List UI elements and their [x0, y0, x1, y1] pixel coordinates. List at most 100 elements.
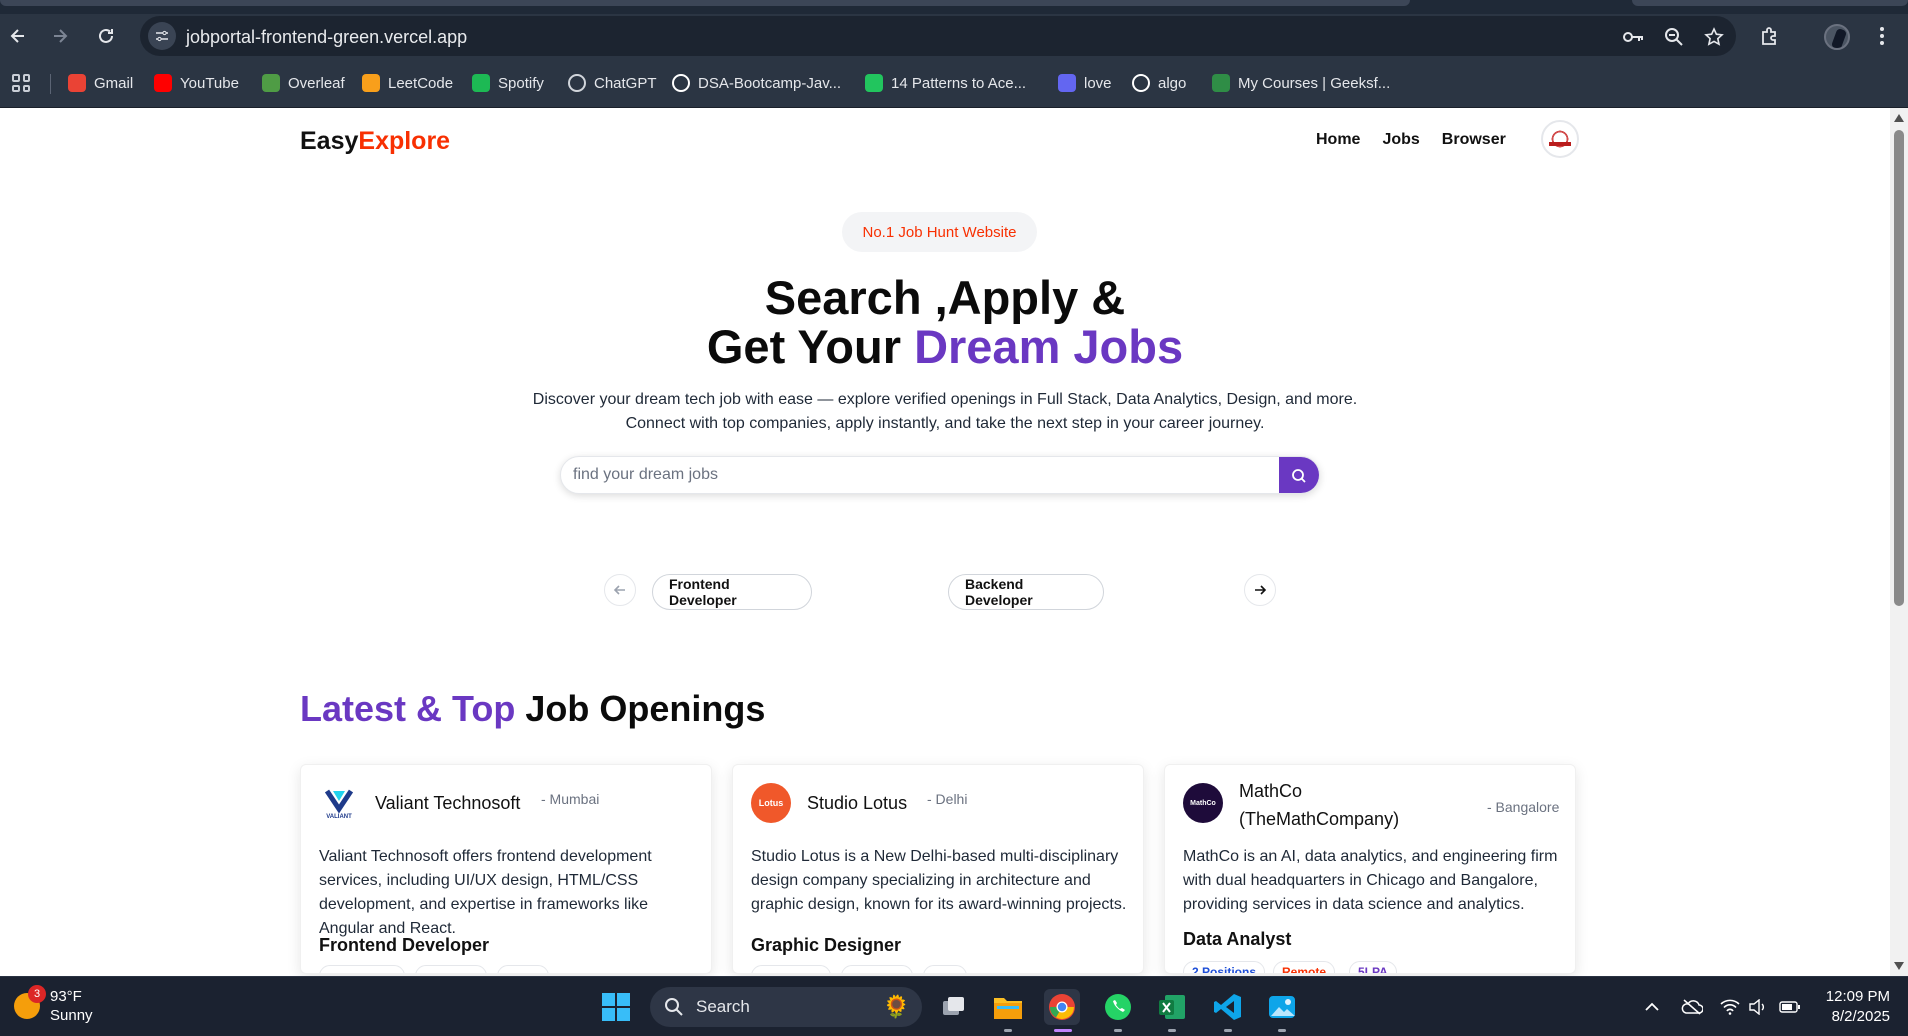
weather-temperature: 93°F — [50, 988, 82, 1005]
company-location: - Bangalore — [1487, 799, 1560, 815]
arrow-right-icon — [1255, 585, 1267, 595]
site-logo[interactable]: EasyExplore — [300, 127, 450, 156]
bookmark-dsa-bootcamp-jav[interactable]: DSA-Bootcamp-Jav... — [672, 72, 841, 94]
bookmark-gmail[interactable]: Gmail — [68, 72, 133, 94]
back-arrow-icon — [10, 29, 24, 43]
carousel-next-button[interactable] — [1244, 574, 1276, 606]
whatsapp-icon[interactable] — [1100, 989, 1136, 1025]
tab-strip — [0, 0, 1908, 14]
hero-title-line1: Search ,Apply & — [764, 271, 1126, 324]
task-view-icon[interactable] — [936, 989, 972, 1025]
nav-browser[interactable]: Browser — [1442, 131, 1506, 149]
bookmark-my-courses-geeksf[interactable]: My Courses | Geeksf... — [1212, 72, 1390, 94]
search-icon — [1292, 469, 1306, 483]
section-title: Latest & Top Job Openings — [300, 688, 765, 730]
job-search-input[interactable] — [573, 457, 1273, 493]
browser-toolbar: jobportal-frontend-green.vercel.app — [0, 14, 1908, 58]
logo-text-explore: Explore — [358, 127, 451, 155]
running-indicator — [1224, 1029, 1232, 1032]
power-icon — [865, 74, 883, 92]
bookmark-leetcode[interactable]: LeetCode — [362, 72, 453, 94]
job-card[interactable]: Lotus Studio Lotus - Delhi Studio Lotus … — [732, 764, 1144, 974]
job-type-tag: Remote — [1273, 961, 1336, 973]
start-button[interactable] — [598, 989, 634, 1025]
section-title-highlight: Latest & Top — [300, 688, 516, 729]
browser-menu-icon[interactable] — [1868, 22, 1896, 50]
bookmark-youtube[interactable]: YouTube — [154, 72, 239, 94]
forward-button[interactable] — [44, 20, 76, 52]
job-tag — [497, 965, 549, 973]
vscode-icon[interactable] — [1210, 989, 1246, 1025]
job-tag — [841, 965, 913, 973]
bookmark-love[interactable]: love — [1058, 72, 1112, 94]
excel-icon[interactable] — [1154, 989, 1190, 1025]
onedrive-offline-icon[interactable] — [1680, 995, 1704, 1019]
running-indicator — [1114, 1029, 1122, 1032]
search-button[interactable] — [1279, 457, 1319, 493]
sunflower-icon: 🌻 — [882, 994, 910, 1019]
photos-app-icon[interactable] — [1264, 989, 1300, 1025]
bookmarks-bar: Gmail YouTube Overleaf LeetCode Spotify ChatG… — [0, 58, 1908, 108]
active-tab[interactable] — [0, 0, 1410, 6]
bookmark-algo[interactable]: algo — [1132, 72, 1186, 94]
address-bar[interactable]: jobportal-frontend-green.vercel.app — [140, 16, 1736, 56]
show-hidden-icons[interactable] — [1640, 995, 1664, 1019]
reload-button[interactable] — [90, 20, 122, 52]
valiant-logo-text: VALIANT — [326, 814, 352, 820]
weather-widget[interactable]: 3 93°F Sunny — [14, 985, 93, 1025]
taskbar-search-label: Search — [696, 997, 750, 1016]
bookmark-14-patterns-to-ace[interactable]: 14 Patterns to Ace... — [865, 72, 1026, 94]
file-explorer-icon[interactable] — [990, 989, 1026, 1025]
bookmark-overleaf[interactable]: Overleaf — [262, 72, 345, 94]
chrome-icon[interactable] — [1044, 989, 1080, 1025]
bookmark-spotify[interactable]: Spotify — [472, 72, 544, 94]
bookmark-label: 14 Patterns to Ace... — [891, 74, 1027, 92]
job-card[interactable]: MathCo MathCo (TheMathCompany) - Bangalo… — [1164, 764, 1576, 974]
back-button[interactable] — [2, 20, 34, 52]
mathco-logo-text: MathCo — [1190, 799, 1216, 807]
user-avatar[interactable] — [1541, 120, 1579, 158]
nav-home[interactable]: Home — [1316, 131, 1360, 149]
geeksforgeeks-icon — [1212, 74, 1230, 92]
url-text[interactable]: jobportal-frontend-green.vercel.app — [186, 27, 467, 48]
category-chip-frontend[interactable]: Frontend Developer — [652, 574, 812, 610]
carousel-prev-button[interactable] — [604, 574, 636, 606]
bookmarks-separator — [50, 74, 51, 94]
forward-arrow-icon — [54, 29, 68, 43]
apps-grid-icon[interactable] — [12, 74, 30, 92]
bookmark-chatgpt[interactable]: ChatGPT — [568, 72, 657, 94]
extensions-icon[interactable] — [1756, 22, 1784, 50]
scrollbar-thumb[interactable] — [1894, 130, 1904, 606]
job-title: Data Analyst — [1183, 929, 1292, 949]
wifi-icon[interactable] — [1718, 995, 1742, 1019]
taskbar: 3 93°F Sunny Search 🌻 12:09 PM 8/2/2025 — [0, 976, 1908, 1036]
job-card[interactable]: VALIANT Valiant Technosoft - Mumbai Vali… — [300, 764, 712, 974]
site-info-icon[interactable] — [148, 22, 176, 50]
running-indicator — [1168, 1029, 1176, 1032]
nav-jobs[interactable]: Jobs — [1382, 131, 1419, 149]
inactive-tab[interactable] — [1632, 0, 1908, 6]
profile-avatar[interactable] — [1824, 24, 1850, 50]
page-scrollbar[interactable] — [1890, 108, 1908, 976]
company-logo-studio-lotus: Lotus — [751, 783, 791, 823]
volume-icon[interactable] — [1746, 995, 1770, 1019]
password-key-icon[interactable] — [1622, 25, 1646, 49]
bookmark-label: Overleaf — [288, 74, 345, 92]
battery-icon[interactable] — [1778, 995, 1802, 1019]
scroll-down-arrow[interactable] — [1894, 962, 1904, 970]
overleaf-icon — [262, 74, 280, 92]
clock-time: 12:09 PM — [1825, 988, 1890, 1005]
bookmark-star-icon[interactable] — [1702, 25, 1726, 49]
zoom-icon[interactable] — [1662, 25, 1686, 49]
job-search-bar — [560, 456, 1320, 494]
taskbar-search[interactable]: Search 🌻 — [650, 987, 922, 1027]
bookmark-label: Gmail — [94, 74, 134, 92]
scroll-up-arrow[interactable] — [1894, 114, 1904, 122]
category-chip-backend[interactable]: Backend Developer — [948, 574, 1104, 610]
github-icon — [1132, 74, 1150, 92]
web-page: EasyExplore Home Jobs Browser No.1 Job H… — [0, 108, 1890, 976]
active-indicator — [1054, 1029, 1072, 1032]
hero-description-line2: Connect with top companies, apply instan… — [625, 415, 1265, 432]
arrow-left-icon — [613, 585, 625, 595]
system-clock[interactable]: 12:09 PM 8/2/2025 — [1810, 987, 1890, 1027]
